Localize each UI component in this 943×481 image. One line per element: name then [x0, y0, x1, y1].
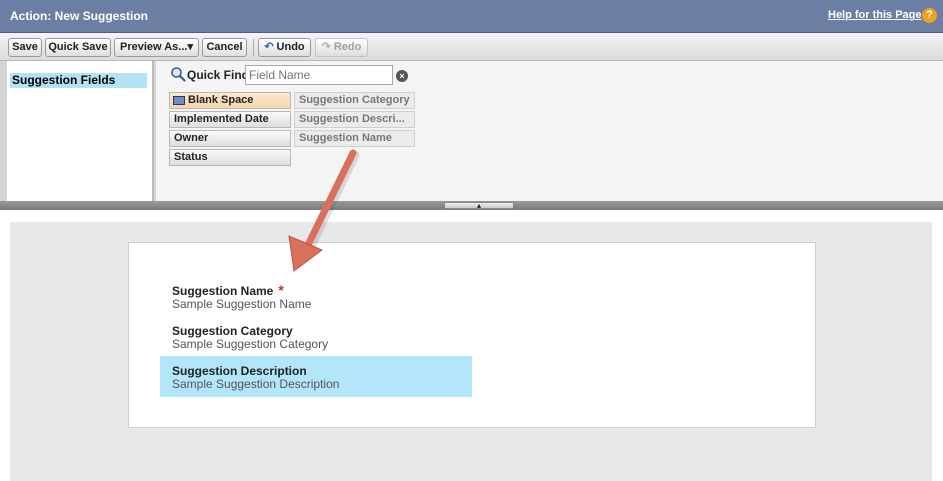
palette-category-list: Suggestion Fields [7, 61, 154, 201]
required-marker: * [278, 282, 284, 298]
palette-splitter[interactable]: ▴ [0, 201, 943, 210]
palette-field-implemented-date[interactable]: Implemented Date [169, 111, 291, 128]
layout-field-suggestion-name[interactable]: Suggestion Name * Sample Suggestion Name [160, 279, 472, 320]
layout-field-name-row: Suggestion Name * [172, 282, 472, 298]
palette-fields-area: Quick Find × Blank Space Implemented Dat… [156, 61, 943, 201]
save-button[interactable]: Save [8, 38, 42, 57]
toolbar: Save Quick Save Preview As...▾ Cancel ↶ U… [0, 33, 943, 61]
layout-field-suggestion-description[interactable]: Suggestion Description Sample Suggestion… [160, 356, 472, 397]
page-title: Action: New Suggestion [10, 9, 148, 23]
help-icon[interactable]: ? [922, 8, 937, 23]
layout-field-sample: Sample Suggestion Name [172, 297, 312, 311]
undo-button[interactable]: ↶ Undo [258, 38, 311, 57]
category-item-suggestion-fields[interactable]: Suggestion Fields [10, 73, 147, 88]
palette-field-owner[interactable]: Owner [169, 130, 291, 147]
palette-field-label: Blank Space [188, 94, 254, 106]
palette-field-status[interactable]: Status [169, 149, 291, 166]
help-link[interactable]: Help for this Page [828, 9, 922, 21]
magnifier-icon [171, 67, 186, 82]
layout-field-sample: Sample Suggestion Category [172, 337, 329, 351]
preview-as-button[interactable]: Preview As...▾ [114, 38, 199, 57]
undo-icon: ↶ [264, 41, 274, 53]
field-palette: Suggestion Fields Quick Find × Blank Spa… [0, 61, 943, 204]
clear-search-icon[interactable]: × [396, 70, 408, 82]
cancel-button[interactable]: Cancel [202, 38, 247, 57]
palette-field-blank-space[interactable]: Blank Space [169, 92, 291, 109]
layout-field-suggestion-category[interactable]: Suggestion Category Sample Suggestion Ca… [160, 320, 472, 361]
preview-as-label: Preview As... [120, 41, 188, 53]
collapse-handle[interactable]: ▴ [444, 202, 514, 210]
quick-find-label: Quick Find [187, 68, 250, 82]
palette-field-suggestion-category[interactable]: Suggestion Category [294, 92, 415, 109]
undo-label: Undo [276, 41, 305, 53]
quick-find-input[interactable] [245, 65, 393, 85]
layout-field-label: Suggestion Name [172, 284, 274, 298]
title-bar: Action: New Suggestion Help for this Pag… [0, 0, 943, 33]
chevron-down-icon: ▾ [187, 41, 193, 53]
redo-label: Redo [333, 41, 362, 53]
palette-field-suggestion-description[interactable]: Suggestion Descri... [294, 111, 415, 128]
palette-field-suggestion-name[interactable]: Suggestion Name [294, 130, 415, 147]
blank-space-icon [173, 96, 185, 105]
quick-save-button[interactable]: Quick Save [45, 38, 111, 57]
layout-section: Suggestion Name * Sample Suggestion Name … [128, 242, 816, 428]
toolbar-separator [253, 39, 254, 56]
redo-icon: ↷ [321, 41, 331, 53]
layout-field-sample: Sample Suggestion Description [172, 377, 340, 391]
redo-button[interactable]: ↷ Redo [315, 38, 368, 57]
